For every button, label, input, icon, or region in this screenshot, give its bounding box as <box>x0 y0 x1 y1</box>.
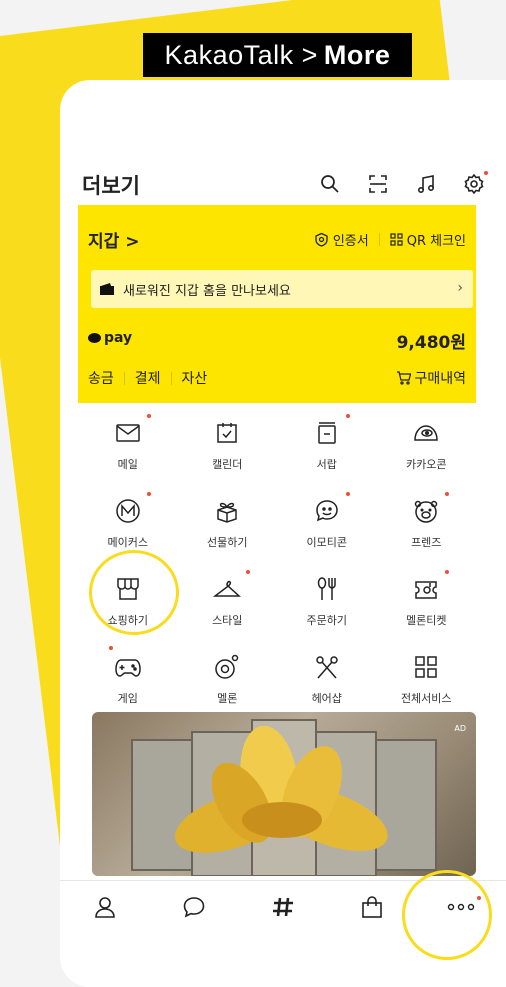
shopping-bag-icon <box>361 896 382 918</box>
tab-chats[interactable] <box>149 881 238 933</box>
kakaocon-icon <box>409 416 443 450</box>
service-gift[interactable]: 선물하기 <box>178 494 278 572</box>
mail-icon <box>111 414 151 450</box>
gift-icon <box>210 494 244 528</box>
wallet-icon <box>100 283 114 295</box>
service-label: 카카오콘 <box>406 458 447 471</box>
certificate-link[interactable]: 인증서 <box>314 230 369 249</box>
style-icon <box>210 570 251 606</box>
header: 더보기 <box>82 166 506 206</box>
wallet-title-link[interactable]: 지갑 > <box>88 227 139 252</box>
service-label: 서랍 <box>316 458 337 471</box>
service-emoticon[interactable]: 이모티콘 <box>277 492 377 572</box>
service-calendar[interactable]: 캘린더 <box>178 416 278 494</box>
game-icon <box>108 646 145 684</box>
music-icon[interactable] <box>412 170 440 198</box>
service-label: 헤어샵 <box>311 692 342 705</box>
tab-view[interactable] <box>238 881 327 933</box>
transfer-link[interactable]: 송금 <box>88 368 114 388</box>
purchase-history-link[interactable]: 구매내역 <box>396 368 466 388</box>
ad-badge: AD <box>454 724 466 733</box>
highlight-circle-more <box>402 870 492 960</box>
melon-ticket-icon <box>409 570 450 606</box>
service-label: 선물하기 <box>207 536 248 549</box>
settings-icon[interactable] <box>460 170 488 198</box>
order-icon <box>310 572 344 606</box>
emoticon-icon <box>310 492 350 528</box>
person-icon <box>94 897 115 918</box>
tab-friends[interactable] <box>60 881 149 933</box>
service-friends[interactable]: 프렌즈 <box>377 492 477 572</box>
banner-text: 새로워진 지갑 홈을 만나보세요 <box>123 283 291 299</box>
service-label: 전체서비스 <box>400 692 452 705</box>
pay-balance[interactable]: 9,480원 <box>397 328 466 353</box>
caption-label: KakaoTalk > More <box>143 33 412 77</box>
service-label: 스타일 <box>212 614 243 627</box>
cart-icon <box>397 371 412 385</box>
makers-icon <box>111 492 151 528</box>
friends-icon <box>409 492 450 528</box>
service-style[interactable]: 스타일 <box>178 570 278 650</box>
qr-checkin-link[interactable]: QR 체크인 <box>390 230 466 249</box>
service-label: 캘린더 <box>212 458 243 471</box>
ad-banner[interactable]: AD <box>92 712 476 876</box>
service-mail[interactable]: 메일 <box>78 414 178 494</box>
service-label: 프렌즈 <box>411 536 442 549</box>
service-label: 이모티콘 <box>306 536 347 549</box>
wallet-banner[interactable]: 새로워진 지갑 홈을 만나보세요 › <box>91 270 473 308</box>
service-label: 멜론 <box>217 692 238 705</box>
kakaopay-logo: pay <box>88 330 132 346</box>
service-label: 메이커스 <box>107 536 148 549</box>
service-label: 멜론티켓 <box>406 614 447 627</box>
service-kakaocon[interactable]: 카카오콘 <box>377 416 477 494</box>
highlight-circle-shopping <box>89 550 179 635</box>
scan-icon[interactable] <box>364 170 392 198</box>
drawer-icon <box>310 414 350 450</box>
chevron-right-icon: › <box>457 280 463 296</box>
all-services-icon <box>409 650 443 684</box>
shield-icon <box>315 232 328 247</box>
chat-bubble-icon <box>183 897 204 918</box>
qr-icon <box>390 233 403 246</box>
ad-image <box>131 719 437 876</box>
page-title: 더보기 <box>82 174 140 198</box>
service-melon-ticket[interactable]: 멜론티켓 <box>377 570 477 650</box>
calendar-icon <box>210 416 244 450</box>
service-label: 주문하기 <box>306 614 347 627</box>
service-label: 게임 <box>117 692 138 705</box>
payment-link[interactable]: 결제 <box>135 368 161 388</box>
phone-screen: 더보기 지갑 > 인증서 QR 체크인 새로워진 지갑 홈을 만나보세요 › p… <box>60 80 506 987</box>
hashtag-icon <box>272 897 293 917</box>
wallet-card: 지갑 > 인증서 QR 체크인 새로워진 지갑 홈을 만나보세요 › pay 9… <box>78 205 476 403</box>
melon-icon <box>210 650 244 684</box>
search-icon[interactable] <box>316 170 344 198</box>
hairshop-icon <box>310 650 344 684</box>
service-order[interactable]: 주문하기 <box>277 572 377 650</box>
assets-link[interactable]: 자산 <box>182 368 208 388</box>
service-label: 메일 <box>117 458 138 471</box>
service-drawer[interactable]: 서랍 <box>277 414 377 494</box>
